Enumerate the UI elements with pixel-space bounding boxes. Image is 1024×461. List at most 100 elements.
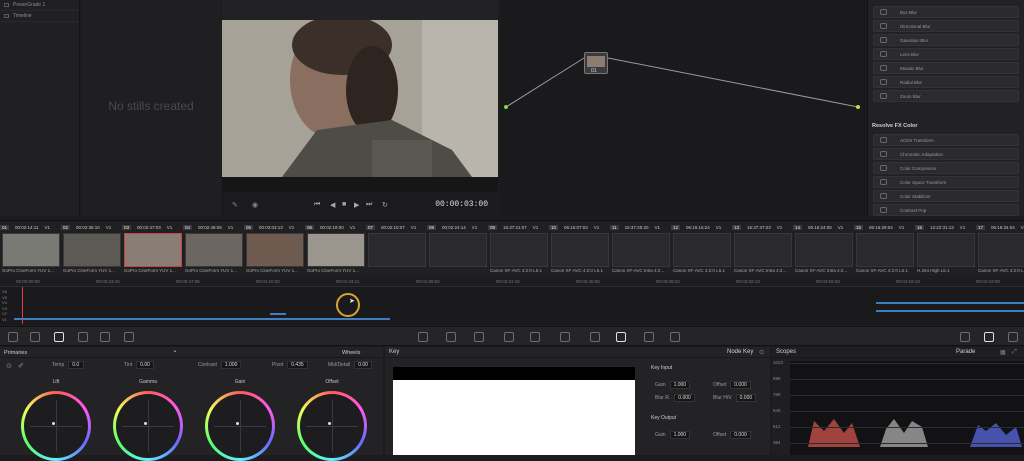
primaries-icon[interactable] (54, 332, 64, 342)
wheel-puck[interactable] (236, 422, 239, 425)
scope-layout-icon[interactable]: ▦ (1000, 349, 1006, 356)
fx-item[interactable]: Chromatic Adaptation (873, 148, 1019, 160)
loop-icon[interactable]: ↻ (382, 201, 388, 209)
param-value[interactable]: 0.000 (674, 394, 695, 402)
warper-icon[interactable] (446, 332, 456, 342)
blur-icon[interactable] (590, 332, 600, 342)
eye-icon[interactable]: ◉ (252, 201, 258, 209)
color-wheel-gain[interactable]: Gain (198, 379, 282, 461)
pen-icon[interactable]: ✎ (232, 201, 238, 209)
param-value[interactable]: 1.000 (669, 381, 691, 389)
wheel-ring[interactable] (21, 391, 91, 461)
key-icon[interactable] (616, 332, 626, 342)
hdr-icon[interactable] (78, 332, 88, 342)
fx-item[interactable]: Directional Blur (873, 20, 1019, 32)
clip-thumbnail[interactable]: 10 06:15:07:03 V1 Canon XF-AVC 4:2:0 L5.1 (549, 221, 610, 277)
key-mode[interactable]: Node Key (727, 349, 753, 355)
gallery-item-powergrade[interactable]: PowerGrade 1 (0, 0, 79, 11)
param-value[interactable]: 1.000 (220, 361, 242, 369)
fx-item[interactable]: Contrast Pop (873, 204, 1019, 216)
color-wheel-lift[interactable]: Lift (14, 379, 98, 461)
window-icon[interactable] (504, 332, 514, 342)
clip-thumbnail[interactable]: 04 00:02:48:08 V1 GoPro CineForm YUV 1... (183, 221, 244, 277)
curves-icon[interactable] (418, 332, 428, 342)
reset-icon[interactable]: ⊙ (6, 362, 12, 370)
wheel-ring[interactable] (113, 391, 183, 461)
clip-thumbnail[interactable]: 07 00:02:10:07 V1 (366, 221, 427, 277)
wheel-ring[interactable] (205, 391, 275, 461)
clip-thumbnail[interactable]: 13 15:37:37:23 V1 Canon XF-AVC Intra 4:2... (732, 221, 793, 277)
wheel-center[interactable] (208, 394, 272, 458)
fx-item[interactable]: Gaussian Blur (873, 34, 1019, 46)
wheel-puck[interactable] (144, 422, 147, 425)
color-wheel-gamma[interactable]: Gamma (106, 379, 190, 461)
corrector-node[interactable]: 01 (584, 52, 608, 74)
picker-icon[interactable]: ✐ (18, 362, 24, 370)
motion-effects-icon[interactable] (124, 332, 134, 342)
fx-item[interactable]: ACES Transform (873, 134, 1019, 146)
track-clip-right-2[interactable] (876, 310, 1024, 312)
fx-item[interactable]: Box Blur (873, 6, 1019, 18)
sizing-icon[interactable] (644, 332, 654, 342)
node-editor[interactable]: 01 (500, 0, 866, 216)
scope-mode-select[interactable]: Parade (956, 349, 975, 355)
stop-icon[interactable]: ■ (342, 201, 346, 208)
output-dot[interactable] (856, 105, 860, 109)
clip-thumbnail[interactable]: 02 00:02:36:10 V1 GoPro CineForm YUV 1... (61, 221, 122, 277)
play-reverse-icon[interactable]: ◀ (330, 201, 335, 209)
3d-icon[interactable] (670, 332, 680, 342)
fx-item[interactable]: Zoom Blur (873, 90, 1019, 102)
color-match-icon[interactable] (30, 332, 40, 342)
param-value[interactable]: 0.00 (136, 361, 154, 369)
track-v1-clips[interactable] (14, 318, 390, 320)
wheel-ring[interactable] (297, 391, 367, 461)
fx-item[interactable]: Color Space Transform (873, 176, 1019, 188)
clip-thumbnail[interactable]: 11 15:37:25:20 V1 Canon XF-AVC Intra 4:2... (610, 221, 671, 277)
rgb-mixer-icon[interactable] (100, 332, 110, 342)
color-wheel-offset[interactable]: Offset (290, 379, 374, 461)
clip-thumbnail[interactable]: 03 00:02:47:03 V1 GoPro CineForm YUV 1... (122, 221, 183, 277)
qualifier-icon[interactable] (474, 332, 484, 342)
source-input-dot[interactable] (504, 105, 508, 109)
mini-timeline[interactable]: V6 V5 V4 V3 V2 V1 ➤ (0, 287, 1024, 324)
video-frame[interactable] (222, 20, 498, 177)
skip-back-icon[interactable]: ⏮ (314, 201, 320, 209)
clip-thumbnail[interactable]: 09 15:37:21:07 V1 Canon XF-AVC 4:2:0 L5.1 (488, 221, 549, 277)
wheel-puck[interactable] (328, 422, 331, 425)
param-value[interactable]: 0.000 (730, 431, 751, 439)
wheel-center[interactable] (116, 394, 180, 458)
clip-thumbnail[interactable]: 01 00:02:14:11 V1 GoPro CineForm YUV 1... (0, 221, 61, 277)
lightbox-icon[interactable] (960, 332, 970, 342)
magic-mask-icon[interactable] (560, 332, 570, 342)
clip-thumbnail[interactable]: 1706:16:34:04V1Canon XF-AVC 4:2:0 L5.1 (976, 221, 1024, 277)
param-value[interactable]: 0.00 (354, 361, 372, 369)
scopes-icon[interactable] (984, 332, 994, 342)
clip-thumbnail[interactable]: 06 00:02:19:00 V1 GoPro CineForm YUV 1... (305, 221, 366, 277)
fx-item[interactable]: Radial Blur (873, 76, 1019, 88)
camera-raw-icon[interactable] (8, 332, 18, 342)
param-value[interactable]: 0.000 (730, 381, 751, 389)
param-value[interactable]: 0.435 (287, 361, 308, 369)
mode-selector[interactable]: Wheels (342, 350, 360, 356)
wheel-center[interactable] (300, 394, 364, 458)
param-value[interactable]: 0.000 (735, 394, 757, 402)
wheel-center[interactable] (24, 394, 88, 458)
fx-item[interactable]: Color Compressor (873, 162, 1019, 174)
clip-thumbnail[interactable]: 14 06:15:24:06 V1 Canon XF-AVC Intra 4:2... (793, 221, 854, 277)
play-icon[interactable]: ▶ (354, 201, 359, 209)
clip-thumbnail[interactable]: 12 06:15:16:24 V1 Canon XF-AVC 4:2:0 L5.1 (671, 221, 732, 277)
fx-item[interactable]: Mosaic Blur (873, 62, 1019, 74)
fx-item[interactable]: Color Stabilizer (873, 190, 1019, 202)
clip-thumbnail[interactable]: 05 00:03:03:13 V1 GoPro CineForm YUV 1... (244, 221, 305, 277)
gallery-item-timeline[interactable]: Timeline (0, 11, 79, 22)
mini-timeline-ruler[interactable]: 00:00:00:00 00:00:23:15 00:00:47:05 00:01:1… (0, 277, 1024, 287)
clip-thumbnail[interactable]: 16 12:22:31:13 V1 H.264 High L5.1 (915, 221, 976, 277)
param-value[interactable]: 0.0 (68, 361, 85, 369)
clip-thumbnail[interactable]: 15 06:16:29:04 V1 Canon XF-AVC 4:2:0 L5.1 (854, 221, 915, 277)
fx-item[interactable]: Lens Blur (873, 48, 1019, 60)
tracker-icon[interactable] (530, 332, 540, 342)
wheel-puck[interactable] (52, 422, 55, 425)
info-icon[interactable] (1008, 332, 1018, 342)
skip-forward-icon[interactable]: ⏭ (366, 201, 372, 209)
options-icon[interactable]: ⊙ (759, 349, 764, 356)
